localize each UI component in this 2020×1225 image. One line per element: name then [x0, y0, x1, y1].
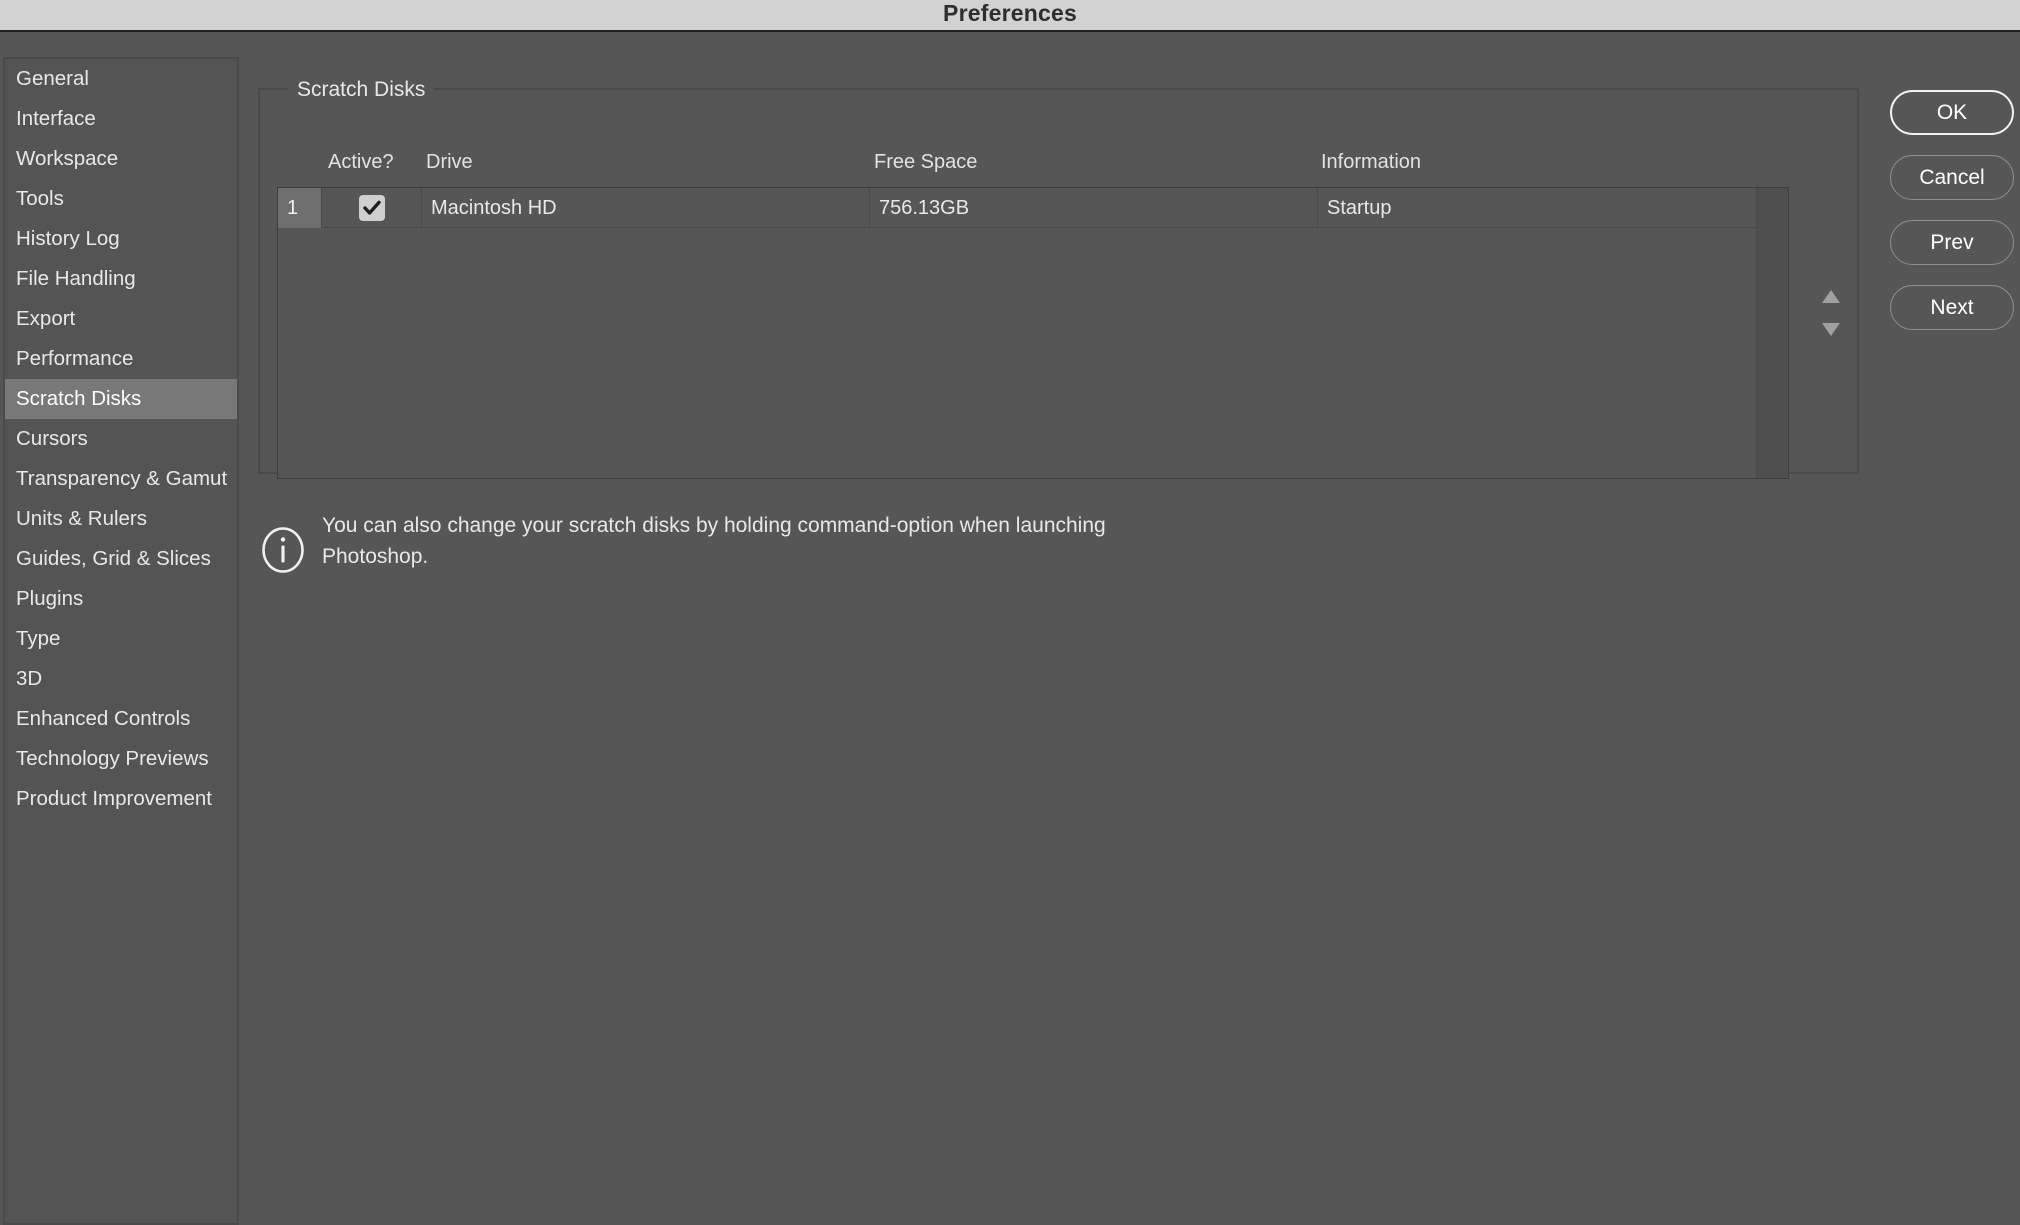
column-header-drive: Drive: [426, 151, 473, 173]
sidebar-item-3d[interactable]: 3D: [5, 659, 237, 699]
sidebar-item-export[interactable]: Export: [5, 299, 237, 339]
button-label: Cancel: [1919, 165, 1985, 189]
reorder-stepper[interactable]: [1814, 284, 1848, 364]
next-button[interactable]: Next: [1890, 285, 2014, 330]
info-circle-icon: [261, 526, 305, 579]
sidebar-item-label: 3D: [16, 667, 43, 690]
sidebar-item-tools[interactable]: Tools: [5, 179, 237, 219]
sidebar-item-cursors[interactable]: Cursors: [5, 419, 237, 459]
sidebar-item-label: Units & Rulers: [16, 507, 148, 530]
sidebar-item-interface[interactable]: Interface: [5, 99, 237, 139]
triangle-up-icon[interactable]: [1822, 290, 1840, 303]
sidebar-item-scratch-disks[interactable]: Scratch Disks: [5, 379, 237, 419]
sidebar-item-label: Transparency & Gamut: [16, 467, 228, 490]
button-label: Next: [1930, 295, 1974, 319]
sidebar-item-product-improvement[interactable]: Product Improvement: [5, 779, 237, 819]
active-checkbox[interactable]: [358, 195, 385, 221]
sidebar-item-guides-grid-slices[interactable]: Guides, Grid & Slices: [5, 539, 237, 579]
sidebar-item-type[interactable]: Type: [5, 619, 237, 659]
sidebar-item-label: Plugins: [16, 587, 84, 610]
dialog-button-column: OK Cancel Prev Next: [1890, 90, 2014, 350]
table-vertical-scrollbar[interactable]: [1756, 188, 1788, 478]
sidebar-item-file-handling[interactable]: File Handling: [5, 259, 237, 299]
sidebar-item-label: Product Improvement: [16, 787, 212, 810]
cancel-button[interactable]: Cancel: [1890, 155, 2014, 200]
sidebar-item-label: Tools: [16, 187, 64, 210]
sidebar-item-label: Type: [16, 627, 61, 650]
sidebar-item-label: Scratch Disks: [16, 387, 142, 410]
sidebar-item-enhanced-controls[interactable]: Enhanced Controls: [5, 699, 237, 739]
sidebar-item-label: Interface: [16, 107, 96, 130]
sidebar-item-units-rulers[interactable]: Units & Rulers: [5, 499, 237, 539]
row-information-cell: Startup: [1327, 197, 1392, 219]
info-note: You can also change your scratch disks b…: [261, 502, 1261, 579]
sidebar-item-label: General: [16, 67, 89, 90]
row-index-cell: 1: [278, 188, 322, 228]
row-free-space-cell: 756.13GB: [870, 188, 1318, 228]
sidebar-item-plugins[interactable]: Plugins: [5, 579, 237, 619]
sidebar-item-label: Technology Previews: [16, 747, 209, 770]
button-label: OK: [1936, 100, 1968, 124]
sidebar-item-label: Performance: [16, 347, 134, 370]
sidebar-item-label: Cursors: [16, 427, 88, 450]
prev-button[interactable]: Prev: [1890, 220, 2014, 265]
row-active-cell[interactable]: [322, 188, 422, 228]
info-note-text: You can also change your scratch disks b…: [322, 514, 1106, 568]
triangle-down-icon[interactable]: [1822, 323, 1840, 336]
window-title-bar: Preferences: [0, 0, 2020, 32]
sidebar-item-label: Enhanced Controls: [16, 707, 191, 730]
page-title: Preferences: [943, 0, 1077, 26]
table-row[interactable]: 1 Macintosh HD 756.13GB Startup: [278, 188, 1758, 228]
sidebar-item-general[interactable]: General: [5, 59, 237, 99]
ok-button[interactable]: OK: [1890, 90, 2014, 135]
scratch-disks-table-header: Active? Drive Free Space Information: [258, 151, 1859, 183]
button-label: Prev: [1930, 230, 1974, 254]
column-header-information: Information: [1321, 151, 1422, 173]
sidebar-item-label: History Log: [16, 227, 120, 250]
preferences-dialog-body: General Interface Workspace Tools History Lo…: [0, 32, 2020, 1225]
scratch-disks-table[interactable]: 1 Macintosh HD 756.13GB Startup: [277, 187, 1789, 479]
sidebar-item-transparency-gamut[interactable]: Transparency & Gamut: [5, 459, 237, 499]
sidebar-item-performance[interactable]: Performance: [5, 339, 237, 379]
sidebar-item-label: Export: [16, 307, 76, 330]
sidebar-item-workspace[interactable]: Workspace: [5, 139, 237, 179]
group-box-legend: Scratch Disks: [288, 78, 435, 102]
column-header-free-space: Free Space: [874, 151, 978, 173]
checkmark-icon: [362, 200, 381, 215]
column-header-active: Active?: [328, 151, 394, 173]
sidebar-item-label: Workspace: [16, 147, 119, 170]
preferences-category-list[interactable]: General Interface Workspace Tools History Lo…: [3, 57, 239, 1225]
row-drive-cell: Macintosh HD: [422, 188, 870, 228]
sidebar-item-history-log[interactable]: History Log: [5, 219, 237, 259]
sidebar-item-label: File Handling: [16, 267, 136, 290]
sidebar-item-label: Guides, Grid & Slices: [16, 547, 211, 570]
sidebar-item-technology-previews[interactable]: Technology Previews: [5, 739, 237, 779]
